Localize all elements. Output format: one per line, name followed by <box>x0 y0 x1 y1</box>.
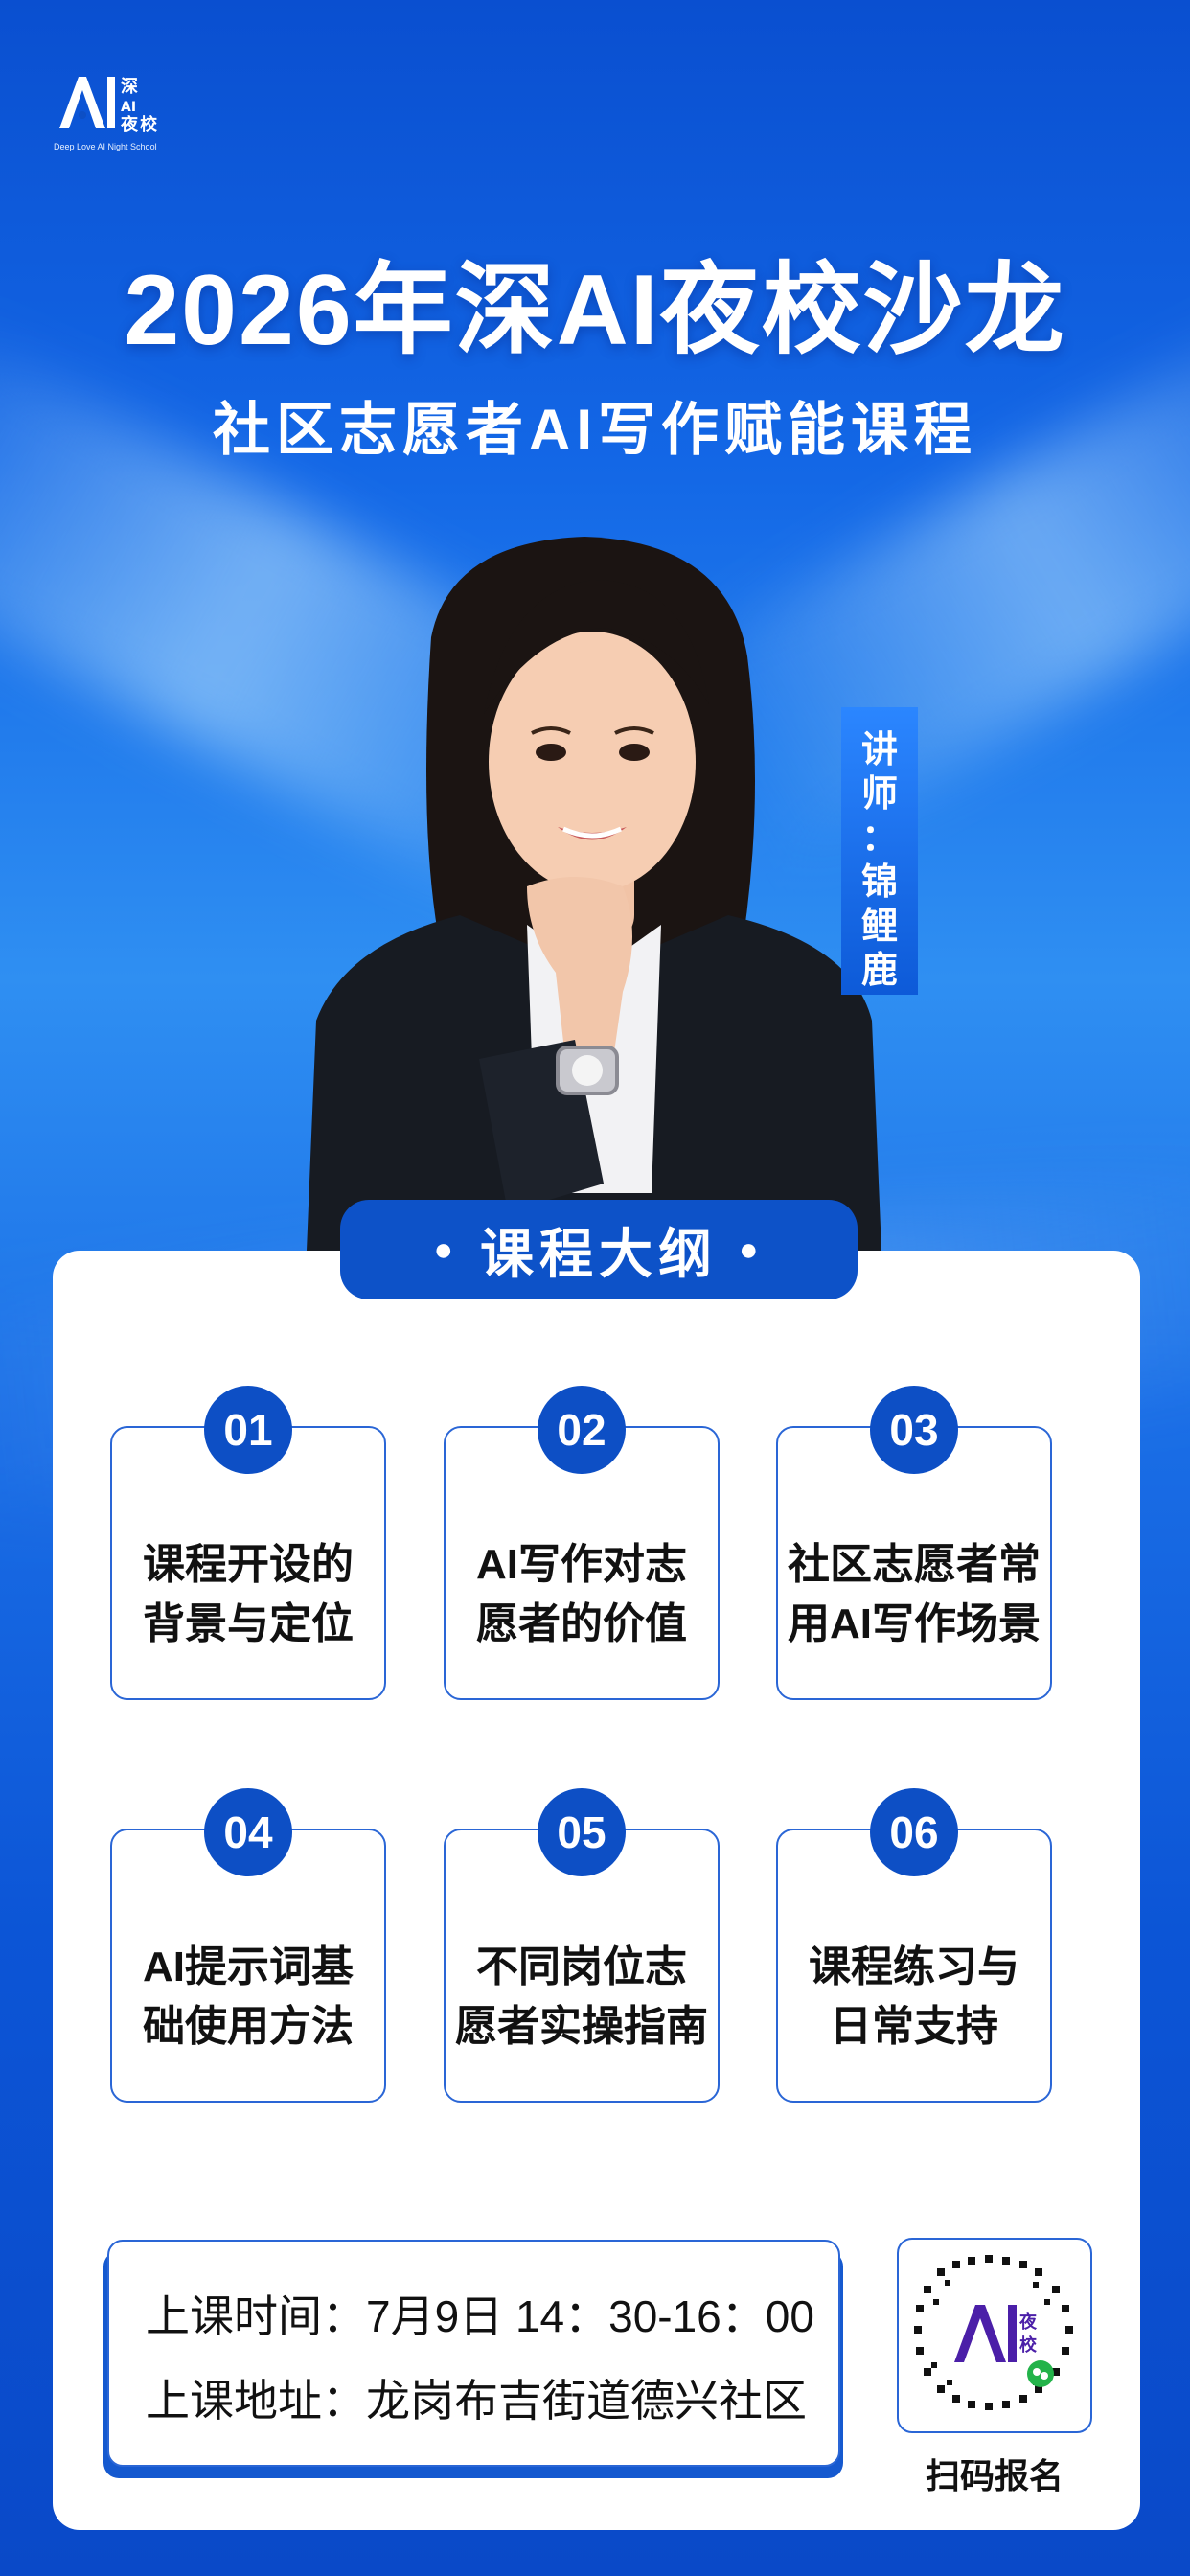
outline-item: 02 AI写作对志 愿者的价值 <box>444 1386 720 1700</box>
outline-item: 06 课程练习与 日常支持 <box>776 1788 1052 2103</box>
teacher-tag-char: 师 <box>860 774 898 815</box>
outline-heading: ● 课程大纲 ● <box>340 1200 858 1300</box>
svg-text:校: 校 <box>140 114 158 135</box>
teacher-tag-char: 鲤 <box>860 907 898 947</box>
logo-tagline: Deep Love AI Night School <box>54 142 157 151</box>
svg-text:深: 深 <box>121 76 138 97</box>
teacher-tag-char: 锦 <box>860 862 898 903</box>
outline-item: 03 社区志愿者常 用AI写作场景 <box>776 1386 1052 1700</box>
outline-item: 01 课程开设的 背景与定位 <box>110 1386 386 1700</box>
qr-code-icon: 夜 校 <box>914 2255 1073 2410</box>
school-logo-icon: 深 AI 夜 校 <box>59 76 158 135</box>
outline-item: 05 不同岗位志 愿者实操指南 <box>444 1788 720 2103</box>
page-title: 2026年深AI夜校沙龙 <box>124 255 1066 366</box>
qr-label: 扫码报名 <box>925 2456 1064 2496</box>
teacher-tag-char: ： <box>860 818 898 859</box>
school-logo: 深 AI 夜 校 Deep Love AI Night School <box>54 67 159 153</box>
page-subtitle: 社区志愿者AI写作赋能课程 <box>213 398 977 462</box>
outline-item-number: 02 <box>538 1386 626 1474</box>
outline-item-text: 课程练习与 日常支持 <box>809 1944 1019 2050</box>
dot-icon: ● <box>739 1230 765 1268</box>
svg-text:夜: 夜 <box>120 114 139 135</box>
signup-qr-code[interactable]: 夜 校 <box>897 2238 1092 2433</box>
outline-item-text: 课程开设的 背景与定位 <box>143 1541 354 1647</box>
outline-item-text: AI提示词基 础使用方法 <box>143 1944 354 2050</box>
outline-item-text: AI写作对志 愿者的价值 <box>476 1541 687 1647</box>
class-info-box: 上课时间：7月9日 14：30-16：00 上课地址：龙岗布吉街道德兴社区 <box>107 2240 840 2467</box>
outline-item-number: 06 <box>870 1788 958 1876</box>
outline-heading-text: 课程大纲 <box>480 1223 718 1284</box>
svg-text:校: 校 <box>1019 2334 1038 2356</box>
class-address: 上课地址：龙岗布吉街道德兴社区 <box>146 2376 807 2426</box>
teacher-portrait <box>307 537 881 1251</box>
class-time: 上课时间：7月9日 14：30-16：00 <box>146 2291 814 2341</box>
outline-item-number: 03 <box>870 1386 958 1474</box>
teacher-tag-char: 讲 <box>860 730 898 770</box>
poster: 深 AI 夜 校 Deep Love AI Night School 2026年… <box>0 0 1190 2576</box>
outline-item-text: 不同岗位志 愿者实操指南 <box>455 1944 708 2050</box>
dot-icon: ● <box>433 1230 459 1268</box>
teacher-tag-char: 鹿 <box>860 951 898 991</box>
outline-item-number: 04 <box>204 1788 292 1876</box>
teacher-name-tag: 讲 师 ： 锦 鲤 鹿 <box>841 707 918 995</box>
outline-item-number: 01 <box>204 1386 292 1474</box>
svg-text:AI: AI <box>121 100 136 115</box>
outline-item-number: 05 <box>538 1788 626 1876</box>
outline-item: 04 AI提示词基 础使用方法 <box>110 1788 386 2103</box>
svg-text:夜: 夜 <box>1018 2312 1038 2333</box>
outline-item-text: 社区志愿者常 用AI写作场景 <box>788 1541 1041 1647</box>
